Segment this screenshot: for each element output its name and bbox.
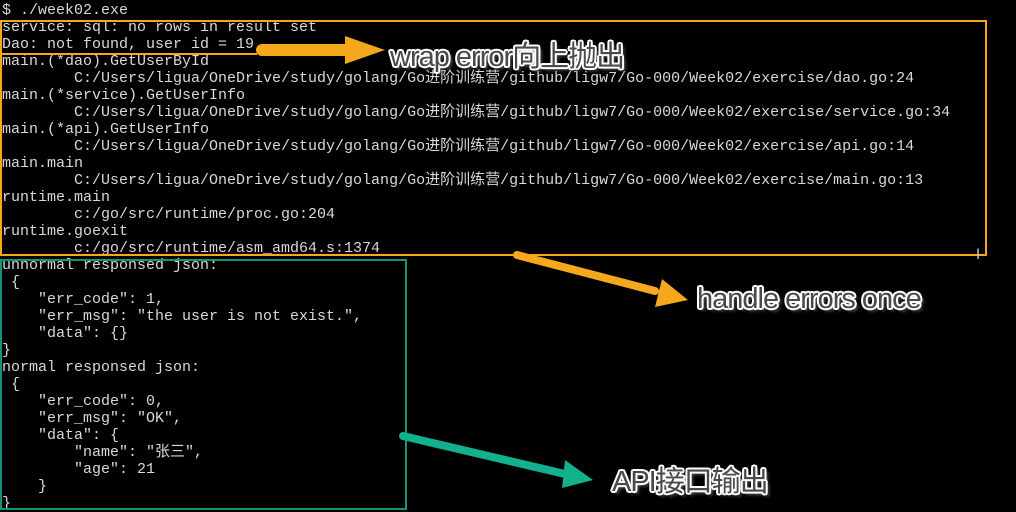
wrap-arrow bbox=[256, 36, 385, 64]
annotation-arrows bbox=[256, 36, 688, 488]
text-cursor-icon: I bbox=[976, 247, 981, 263]
handle-arrow bbox=[513, 251, 688, 307]
handle-errors-annotation: handle errors once bbox=[697, 283, 922, 315]
wrap-error-annotation: wrap error向上抛出 bbox=[390, 41, 625, 73]
api-arrow bbox=[399, 432, 593, 488]
api-output-annotation: API接口输出 bbox=[612, 466, 769, 498]
